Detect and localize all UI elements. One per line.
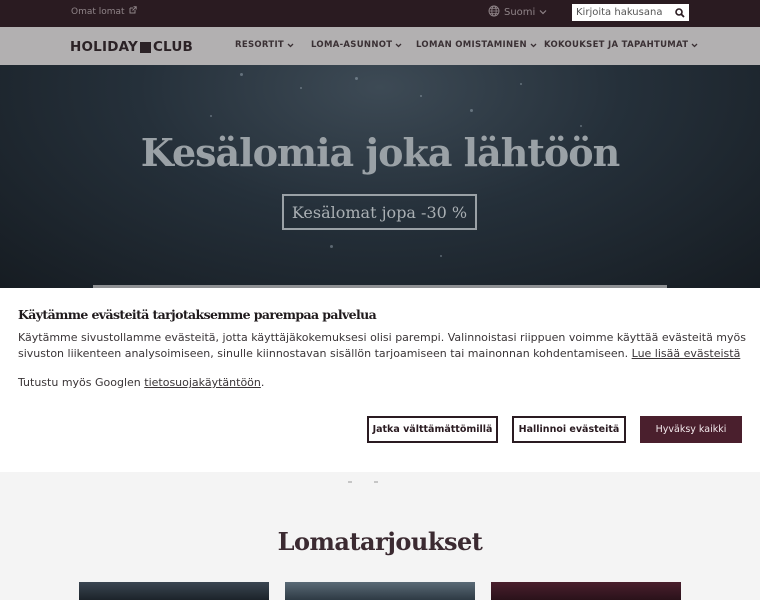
cookie-description: Käytämme sivustollamme evästeitä, jotta … [18,330,748,362]
google-privacy-prefix: Tutustu myös Googlen [18,376,141,389]
language-label: Suomi [504,7,536,18]
search-input[interactable] [572,7,670,18]
nav-item-loman-omistaminen[interactable]: LOMAN OMISTAMINEN [416,40,537,50]
bubble-decoration [580,125,582,127]
nav-item-label: KOKOUKSET JA TAPAHTUMAT [544,40,689,50]
chevron-down-icon [539,7,547,18]
offers-title: Lomatarjoukset [277,527,483,556]
cookie-title: Käytämme evästeitä tarjotaksemme parempa… [18,307,377,322]
nav-item-label: LOMA-ASUNNOT [311,40,393,50]
necessary-cookies-button[interactable]: Jatka välttämättömillä [367,416,498,443]
bubble-decoration [520,83,522,85]
offer-card-1[interactable] [79,582,269,600]
bubble-decoration [300,87,302,89]
hero-title: Kesälomia joka lähtöön [140,130,621,175]
google-privacy-link[interactable]: tietosuojakäytäntöön [144,376,261,389]
bubble-decoration [440,255,442,257]
bubble-decoration [210,115,212,117]
nav-item-label: RESORTIT [235,40,285,50]
manage-cookies-button[interactable]: Hallinnoi evästeitä [512,416,626,443]
google-privacy-suffix: . [260,376,265,389]
omat-lomat-label: Omat lomat [71,6,125,17]
bubble-decoration [470,109,473,112]
holiday-club-logo[interactable]: HOLIDAY CLUB [70,39,193,55]
language-selector[interactable]: Suomi [488,5,547,20]
hero-banner: Kesälomia joka lähtöön Kesälomat jopa -3… [0,65,760,288]
chevron-down-icon [530,43,537,47]
logo-text-right: CLUB [152,39,194,55]
top-bar: Omat lomat Suomi [0,0,760,27]
hero-cta-button[interactable]: Kesälomat jopa -30 % [282,194,477,230]
nav-item-loma-asunnot[interactable]: LOMA-ASUNNOT [311,40,402,50]
logo-text-left: HOLIDAY [70,39,138,55]
globe-icon [488,5,500,20]
bubble-decoration [355,77,358,80]
nav-item-resortit[interactable]: RESORTIT [235,40,294,50]
bubble-decoration [330,245,333,248]
offer-card-2[interactable] [285,582,475,600]
search-button[interactable] [670,4,689,21]
accept-all-button[interactable]: Hyväksy kaikki [640,416,742,443]
external-link-icon [129,6,137,17]
bubble-decoration [240,73,243,76]
nav-item-label: LOMAN OMISTAMINEN [416,40,527,50]
nav-item-kokoukset[interactable]: KOKOUKSET JA TAPAHTUMAT [544,40,698,50]
chevron-down-icon [691,43,698,47]
cookie-consent-banner: Käytämme evästeitä tarjotaksemme parempa… [0,288,760,472]
chevron-down-icon [287,43,294,47]
omat-lomat-link[interactable]: Omat lomat [71,6,137,17]
chevron-down-icon [395,43,402,47]
main-nav: HOLIDAY CLUB RESORTIT LOMA-ASUNNOT LOMAN… [0,27,760,65]
google-privacy-text: Tutustu myös Googlen tietosuojakäytäntöö… [18,376,264,389]
offer-card-3[interactable] [491,582,681,600]
bubble-decoration [420,95,422,97]
search-box [572,4,689,21]
cookie-learn-more-link[interactable]: Lue lisää evästeistä [632,347,741,360]
search-icon [674,7,685,18]
logo-square-icon [139,41,151,53]
